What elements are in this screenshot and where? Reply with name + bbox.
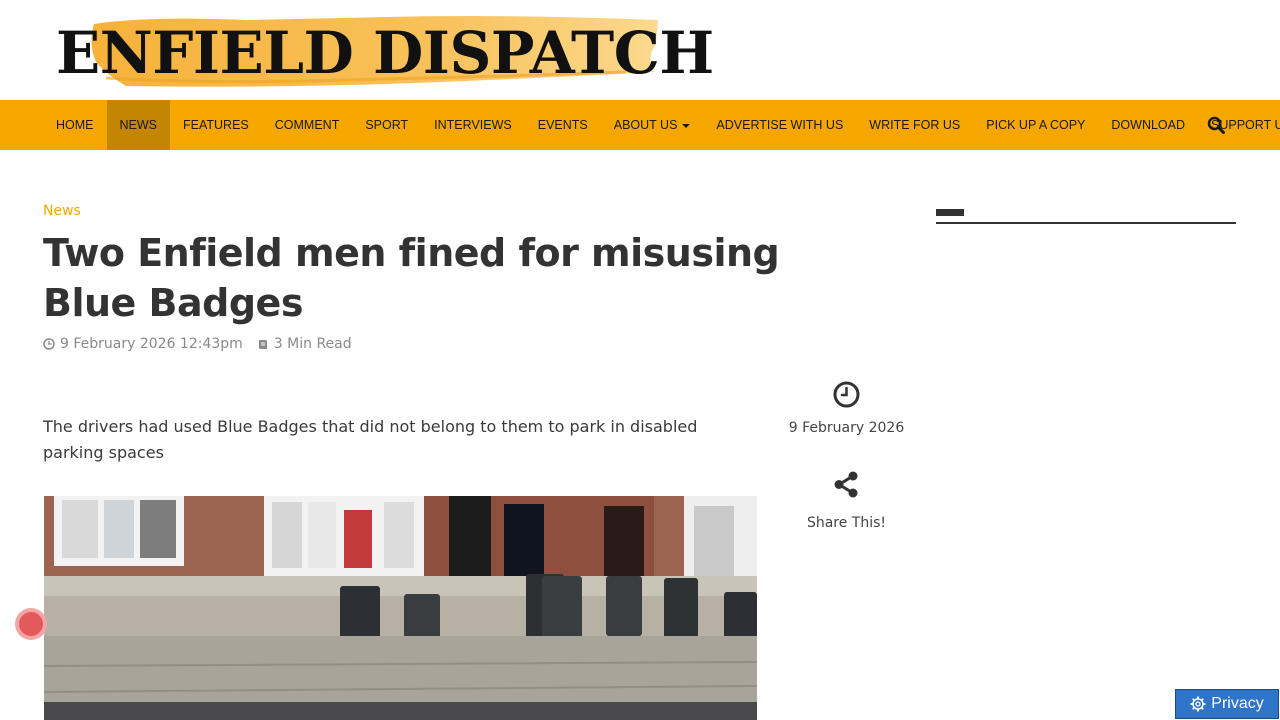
article-title: Two Enfield men fined for misusing Blue … xyxy=(43,231,780,325)
clock-icon xyxy=(43,338,55,350)
clock-icon xyxy=(833,381,860,408)
privacy-button[interactable]: Privacy xyxy=(1175,689,1279,719)
site-logo[interactable]: ENFIELD DISPATCH xyxy=(56,10,714,90)
street-photo-illustration xyxy=(44,496,757,720)
article-date: 9 February 2026 12:43pm xyxy=(60,336,243,352)
search-icon[interactable] xyxy=(1207,116,1225,134)
site-header: ENFIELD DISPATCH xyxy=(0,0,1280,100)
article-category[interactable]: News xyxy=(43,203,81,219)
article-lead: The drivers had used Blue Badges that di… xyxy=(43,417,698,462)
nav-item-advertise[interactable]: ADVERTISE WITH US xyxy=(703,100,856,150)
privacy-label: Privacy xyxy=(1211,695,1264,712)
nav-items: HOME NEWS FEATURES COMMENT SPORT INTERVI… xyxy=(43,100,1280,150)
gear-icon xyxy=(1190,696,1206,712)
share-icon[interactable] xyxy=(833,471,860,498)
side-date: 9 February 2026 xyxy=(788,420,905,436)
main-nav: HOME NEWS FEATURES COMMENT SPORT INTERVI… xyxy=(0,100,1280,150)
nav-item-write-for-us[interactable]: WRITE FOR US xyxy=(856,100,973,150)
book-icon xyxy=(258,340,267,349)
article-meta: 9 February 2026 12:43pm 3 Min Read xyxy=(43,336,352,352)
nav-item-comment[interactable]: COMMENT xyxy=(262,100,353,150)
nav-item-events[interactable]: EVENTS xyxy=(525,100,601,150)
nav-item-about-us[interactable]: ABOUT US xyxy=(601,100,704,150)
nav-item-home[interactable]: HOME xyxy=(43,100,107,150)
caret-down-icon xyxy=(682,123,691,128)
logo-text: ENFIELD DISPATCH xyxy=(56,19,714,87)
sidebar-widget-tab xyxy=(936,209,964,216)
article-photo xyxy=(44,496,757,720)
nav-item-pick-up-a-copy[interactable]: PICK UP A COPY xyxy=(973,100,1098,150)
sidebar-widget-divider xyxy=(936,222,1236,224)
nav-item-interviews[interactable]: INTERVIEWS xyxy=(421,100,525,150)
notification-bell-button[interactable] xyxy=(15,608,47,640)
nav-item-download[interactable]: DOWNLOAD xyxy=(1098,100,1198,150)
nav-item-about-us-label: ABOUT US xyxy=(613,118,678,132)
notification-icon xyxy=(19,612,43,636)
nav-item-news[interactable]: NEWS xyxy=(106,100,170,150)
nav-item-sport[interactable]: SPORT xyxy=(352,100,421,150)
article-read-time: 3 Min Read xyxy=(273,336,352,352)
nav-item-features[interactable]: FEATURES xyxy=(170,100,262,150)
share-label[interactable]: Share This! xyxy=(770,515,923,531)
